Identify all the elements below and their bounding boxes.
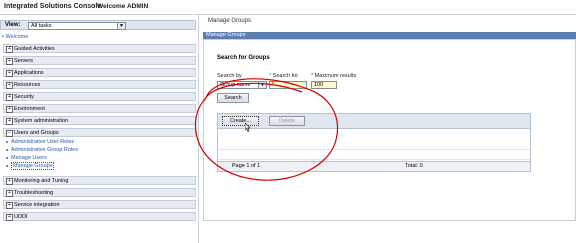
view-select-value: All tasks [31,22,52,29]
expand-icon[interactable]: + [6,214,13,221]
nav-item-uddi[interactable]: + UDDI [3,212,196,221]
nav-item-troubleshooting[interactable]: + Troubleshooting [3,188,196,197]
top-banner: Integrated Solutions Console Welcome ADM… [0,0,576,15]
nav-item-applications[interactable]: + Applications [3,68,196,77]
expand-icon[interactable]: + [6,106,13,113]
nav-item-service-integration[interactable]: + Service integration [3,200,196,209]
groups-table: Page 1 of 1 Total: 0 [217,113,531,172]
page-indicator: Page 1 of 1 [232,163,261,169]
search-by-select[interactable]: Group name ▼ [217,81,267,89]
nav-sub-manage-users[interactable]: Manage Users [6,155,196,161]
nav-item-resources[interactable]: + Resources [3,80,196,89]
expand-icon[interactable]: + [6,70,13,77]
search-for-label-wrap: * Search for [269,73,299,79]
expand-icon[interactable]: + [6,118,13,125]
navigation-panel: View: All tasks ▼ ▪ Welcome + Guided Acti… [0,15,199,243]
expand-icon[interactable]: + [6,58,13,65]
table-footer: Page 1 of 1 Total: 0 [218,161,530,171]
nav-item-environment[interactable]: + Environment [3,104,196,113]
chevron-down-icon[interactable]: ▼ [258,82,266,88]
bullet-icon [6,140,8,143]
expand-icon[interactable]: + [6,82,13,89]
expand-icon[interactable]: + [6,94,13,101]
table-row [218,150,530,160]
nav-item-monitoring-and-tuning[interactable]: + Monitoring and Tuning [3,176,196,185]
collapse-icon[interactable]: − [6,130,13,137]
breadcrumb: Manage Groups [208,18,252,24]
search-button[interactable]: Search [217,93,249,103]
nav-sub-admin-group-roles[interactable]: Administrative Group Roles [6,147,196,153]
table-toolbar [218,114,530,129]
create-button[interactable]: Create... [222,116,259,126]
bullet-icon [6,164,8,167]
expand-icon[interactable]: + [6,190,13,197]
cursor-icon [245,123,251,132]
app-title: Integrated Solutions Console [4,3,102,10]
max-results-label-wrap: * Maximum results [311,73,357,79]
max-results-input[interactable]: 100 [311,81,337,89]
nav-item-users-and-groups[interactable]: − Users and Groups [3,128,196,137]
expand-icon[interactable]: + [6,46,13,53]
delete-button[interactable]: Delete [269,116,305,126]
nav-item-security[interactable]: + Security [3,92,196,101]
nav-sub-manage-groups[interactable]: Manage Groups [6,162,196,170]
section-title: Search for Groups [217,55,270,61]
nav-item-guided-activities[interactable]: + Guided Activities [3,44,196,53]
nav-sub-admin-user-roles[interactable]: Administrative User Roles [6,139,196,145]
chevron-down-icon[interactable]: ▼ [117,22,125,29]
total-count: Total: 0 [405,163,423,169]
search-by-label: Search by [217,73,242,79]
table-row [218,140,530,150]
welcome-link[interactable]: ▪ Welcome [2,34,28,40]
search-for-input[interactable]: * [269,81,307,89]
nav-item-servers[interactable]: + Servers [3,56,196,65]
view-label: View: [5,22,21,28]
bullet-icon [6,156,8,159]
bullet-icon [6,148,8,151]
view-filter-bar: View: All tasks ▼ [0,20,196,30]
welcome-user: Welcome ADMIN [97,3,149,10]
panel-title-bar: Manage Groups [203,32,576,39]
view-select[interactable]: All tasks ▼ [28,21,126,30]
expand-icon[interactable]: + [6,202,13,209]
nav-item-system-administration[interactable]: + System administration [3,116,196,125]
expand-icon[interactable]: + [6,178,13,185]
